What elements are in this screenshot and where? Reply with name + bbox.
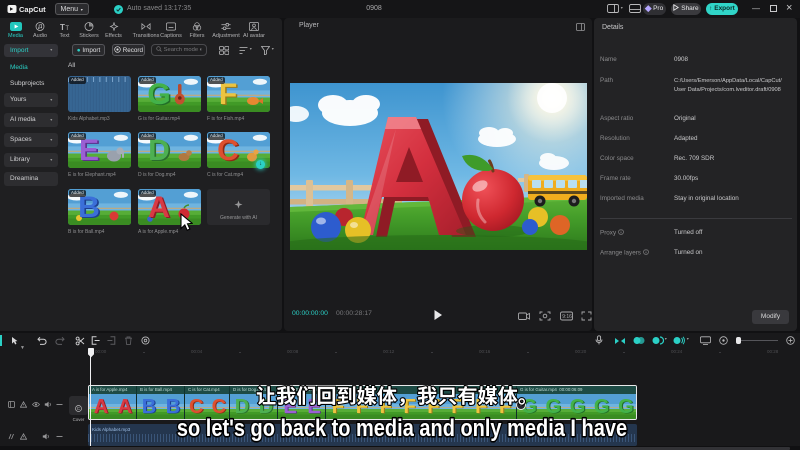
svg-text:T: T: [60, 23, 65, 31]
svg-text:T: T: [65, 26, 69, 31]
svg-text:C: C: [77, 406, 81, 411]
svg-text:so let's go back to media and: so let's go back to media and only media…: [177, 414, 627, 441]
svg-text:9:16: 9:16: [562, 314, 572, 320]
